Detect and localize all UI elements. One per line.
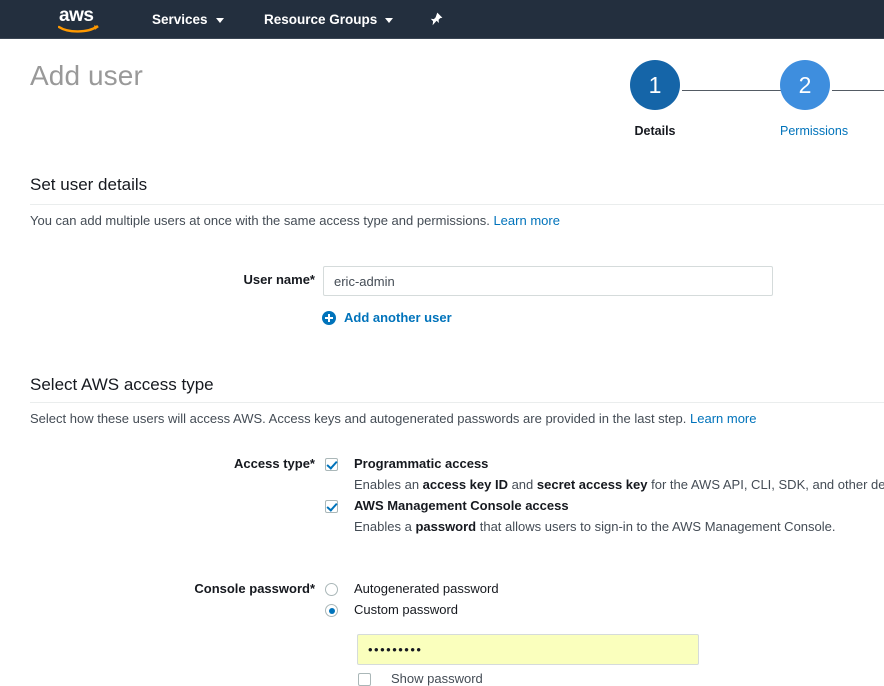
checkbox-console-access[interactable] [325,500,338,513]
show-password-option[interactable]: Show password [358,671,483,686]
learn-more-link-user-details[interactable]: Learn more [493,213,559,228]
pin-button[interactable] [428,0,443,39]
chevron-down-icon [215,18,224,23]
custom-password-input[interactable]: ••••••••• [357,634,699,665]
section-divider-access-type [30,402,884,403]
console-desc-part-2: that allows users to sign-in to the AWS … [476,519,836,534]
wizard-step-details[interactable]: 1 Details [630,60,680,138]
prog-desc-part-1: Enables an [354,477,423,492]
access-type-label: Access type* [234,456,315,471]
checkbox-show-password-label: Show password [391,671,483,686]
wizard-step-2-circle: 2 [780,60,830,110]
prog-desc-bold-2: secret access key [536,477,648,492]
console-access-description: Enables a password that allows users to … [354,519,836,534]
page-title: Add user [30,60,143,91]
radio-autogenerated-password-label: Autogenerated password [354,581,499,596]
user-details-description-text: You can add multiple users at once with … [30,213,490,228]
wizard-step-permissions[interactable]: 2 Permissions [780,60,849,138]
wizard-step-2-label: Permissions [780,124,849,138]
custom-password-masked-value: ••••••••• [368,642,423,657]
pin-icon [430,12,443,25]
wizard-connector-2 [832,90,884,91]
checkbox-programmatic-access[interactable] [325,458,338,471]
nav-resource-groups-label: Resource Groups [264,12,378,27]
aws-logo[interactable]: aws [58,6,104,34]
access-type-option-console[interactable]: AWS Management Console access [325,498,569,513]
learn-more-link-access-type[interactable]: Learn more [690,411,756,426]
radio-autogenerated-password[interactable] [325,583,338,596]
console-password-label: Console password* [194,581,315,596]
radio-custom-password-label: Custom password [354,602,459,617]
prog-desc-part-2: and [507,477,537,492]
console-desc-bold-1: password [415,519,477,534]
section-title-access-type: Select AWS access type [30,375,214,394]
checkbox-console-access-label: AWS Management Console access [354,498,569,513]
plus-circle-icon [322,310,336,325]
chevron-down-icon [385,18,394,23]
section-description-user-details: You can add multiple users at once with … [30,213,560,228]
wizard-steps: 1 Details 2 Permissions [630,60,884,150]
checkbox-programmatic-access-label: Programmatic access [354,456,489,471]
wizard-step-1-circle: 1 [630,60,680,110]
nav-services-label: Services [152,12,208,27]
user-name-label: User name* [243,272,315,287]
checkbox-show-password[interactable] [358,673,371,686]
console-desc-part-1: Enables a [354,519,416,534]
access-type-option-programmatic[interactable]: Programmatic access [325,456,488,471]
radio-custom-password[interactable] [325,604,338,617]
top-navigation-bar: aws Services Resource Groups [0,0,884,39]
nav-item-services[interactable]: Services [152,0,224,39]
password-option-autogenerated[interactable]: Autogenerated password [325,581,499,596]
section-description-access-type: Select how these users will access AWS. … [30,411,756,426]
wizard-step-1-label: Details [634,124,676,138]
add-another-user-button[interactable]: Add another user [322,310,452,325]
aws-wordmark: aws [59,5,94,26]
programmatic-access-description: Enables an access key ID and secret acce… [354,477,884,492]
user-name-input[interactable] [323,266,773,296]
access-type-description-text: Select how these users will access AWS. … [30,411,687,426]
prog-desc-bold-1: access key ID [422,477,508,492]
nav-item-resource-groups[interactable]: Resource Groups [264,0,394,39]
add-another-user-label: Add another user [344,310,452,325]
prog-desc-part-3: for the AWS API, CLI, SDK, and other dev… [651,477,884,492]
password-option-custom[interactable]: Custom password [325,602,458,617]
section-divider-user-details [30,204,884,205]
section-title-user-details: Set user details [30,175,148,194]
